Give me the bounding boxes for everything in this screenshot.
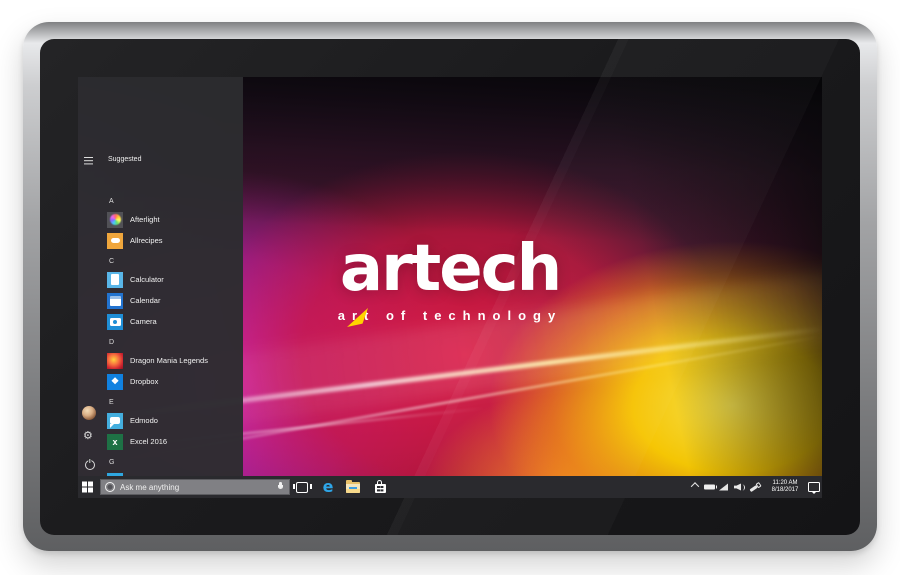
- file-explorer-icon: [346, 482, 360, 493]
- battery-icon[interactable]: [704, 485, 715, 490]
- edmodo-icon: [107, 413, 123, 429]
- screen: artech art of technology Suggested AAfte…: [78, 77, 822, 498]
- app-item-edmodo[interactable]: Edmodo: [107, 410, 237, 431]
- allrecipes-icon: [107, 233, 123, 249]
- start-button[interactable]: [82, 482, 93, 493]
- action-center-icon[interactable]: [808, 482, 820, 492]
- camera-icon: [107, 314, 123, 330]
- app-label: Edmodo: [130, 416, 158, 425]
- app-label: Calculator: [130, 275, 164, 284]
- taskbar-search[interactable]: [100, 479, 290, 495]
- app-label: Calendar: [130, 296, 160, 305]
- windows-logo-icon: [82, 482, 87, 487]
- edge-icon: e: [323, 479, 334, 495]
- edge-button[interactable]: e: [317, 476, 339, 498]
- suggested-header: Suggested: [108, 156, 141, 163]
- usb-icon[interactable]: [747, 479, 763, 494]
- file-explorer-button[interactable]: [342, 476, 364, 498]
- search-input[interactable]: [115, 483, 277, 492]
- app-item-dropbox[interactable]: ❖ Dropbox: [107, 371, 237, 392]
- settings-gear-icon[interactable]: ⚙: [83, 431, 93, 442]
- taskbar: e 11: [78, 476, 822, 498]
- app-item-calendar[interactable]: Calendar: [107, 290, 237, 311]
- hamburger-icon[interactable]: [84, 157, 93, 158]
- volume-icon[interactable]: [734, 483, 745, 492]
- task-view-icon: [296, 482, 308, 493]
- afterlight-icon: [107, 212, 123, 228]
- chevron-up-icon[interactable]: [691, 482, 699, 490]
- app-item-allrecipes[interactable]: Allrecipes: [107, 230, 237, 251]
- calculator-icon: [107, 272, 123, 288]
- app-label: Allrecipes: [130, 236, 163, 245]
- app-item-calculator[interactable]: Calculator: [107, 269, 237, 290]
- app-label: Afterlight: [130, 215, 160, 224]
- app-section-letter-c[interactable]: C: [109, 257, 237, 267]
- excel-icon: x: [107, 434, 123, 450]
- app-section-letter-e[interactable]: E: [109, 398, 237, 408]
- microphone-icon[interactable]: [277, 482, 284, 493]
- tray-clock[interactable]: 11:20 AM 8/18/2017: [766, 480, 804, 494]
- cortana-ring-icon: [105, 482, 115, 492]
- app-label: Excel 2016: [130, 437, 167, 446]
- dropbox-icon: ❖: [107, 374, 123, 390]
- app-section-letter-g[interactable]: G: [109, 458, 237, 468]
- task-view-button[interactable]: [291, 476, 313, 498]
- tray-time: 11:20 AM: [766, 480, 804, 487]
- app-item-camera[interactable]: Camera: [107, 311, 237, 332]
- screen-bezel: artech art of technology Suggested AAfte…: [40, 39, 860, 535]
- power-icon[interactable]: [85, 460, 95, 470]
- store-icon: [375, 484, 386, 493]
- app-item-afterlight[interactable]: Afterlight: [107, 209, 237, 230]
- user-avatar[interactable]: [82, 406, 96, 420]
- tray-date: 8/18/2017: [766, 487, 804, 494]
- start-menu-app-list: A Afterlight Allrecipes C Calculator Calendar…: [107, 191, 237, 476]
- app-section-letter-d[interactable]: D: [109, 338, 237, 348]
- dragon-mania-legends-icon: [107, 353, 123, 369]
- app-item-excel-2016[interactable]: x Excel 2016: [107, 431, 237, 452]
- calendar-icon: [107, 293, 123, 309]
- app-label: Dragon Mania Legends: [130, 356, 208, 365]
- start-menu-panel: Suggested A Afterlight Allrecipes C Calculat…: [78, 77, 243, 476]
- tablet-device-frame: artech art of technology Suggested AAfte…: [23, 22, 877, 551]
- app-label: Dropbox: [130, 377, 158, 386]
- store-button[interactable]: [369, 476, 391, 498]
- app-section-letter-a[interactable]: A: [109, 197, 237, 207]
- app-label: Camera: [130, 317, 157, 326]
- wifi-icon[interactable]: [719, 484, 728, 491]
- app-item-dragon-mania-legends[interactable]: Dragon Mania Legends: [107, 350, 237, 371]
